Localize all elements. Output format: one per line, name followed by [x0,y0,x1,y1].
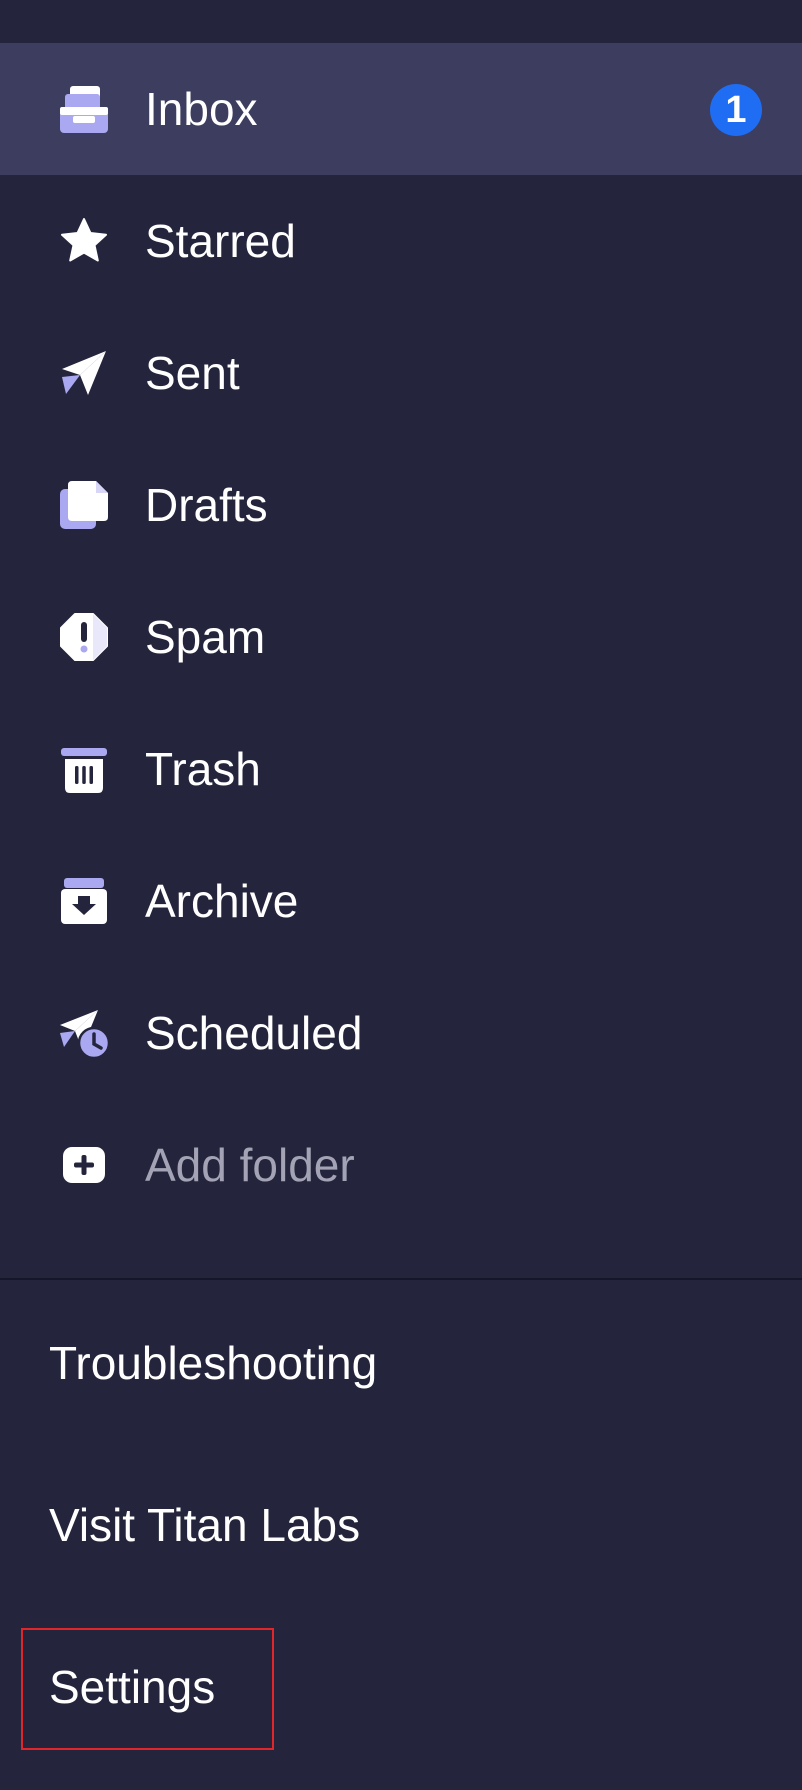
spam-icon [58,611,110,663]
navigation-drawer: Inbox 1 Starred Sent Drafts Spam Trash A… [0,0,802,1790]
folder-item-starred[interactable]: Starred [0,175,802,307]
folder-label-archive: Archive [145,875,299,927]
folder-item-spam[interactable]: Spam [0,571,802,703]
star-icon [58,215,110,267]
add-folder-label: Add folder [145,1139,355,1191]
scheduled-send-icon [58,1007,110,1059]
folder-label-spam: Spam [145,611,266,663]
folder-label-drafts: Drafts [145,479,268,531]
folder-item-archive[interactable]: Archive [0,835,802,967]
folder-item-drafts[interactable]: Drafts [0,439,802,571]
inbox-icon [58,83,110,135]
add-folder-button[interactable]: Add folder [0,1099,802,1231]
folder-item-scheduled[interactable]: Scheduled [0,967,802,1099]
drafts-icon [58,479,110,531]
paper-plane-icon [58,347,110,399]
troubleshooting-link[interactable]: Troubleshooting [49,1335,377,1391]
section-divider [0,1278,802,1280]
folder-label-trash: Trash [145,743,261,795]
trash-icon [58,743,110,795]
folder-list: Inbox 1 Starred Sent Drafts Spam Trash A… [0,43,802,1231]
archive-icon [58,875,110,927]
add-folder-icon [58,1139,110,1191]
folder-label-starred: Starred [145,215,296,267]
folder-label-scheduled: Scheduled [145,1007,363,1059]
folder-label-inbox: Inbox [145,83,258,135]
folder-item-sent[interactable]: Sent [0,307,802,439]
folder-item-trash[interactable]: Trash [0,703,802,835]
visit-titan-labs-link[interactable]: Visit Titan Labs [49,1497,360,1553]
folder-label-sent: Sent [145,347,240,399]
folder-item-inbox[interactable]: Inbox 1 [0,43,802,175]
unread-count-badge: 1 [710,84,762,136]
settings-link[interactable]: Settings [49,1659,215,1715]
